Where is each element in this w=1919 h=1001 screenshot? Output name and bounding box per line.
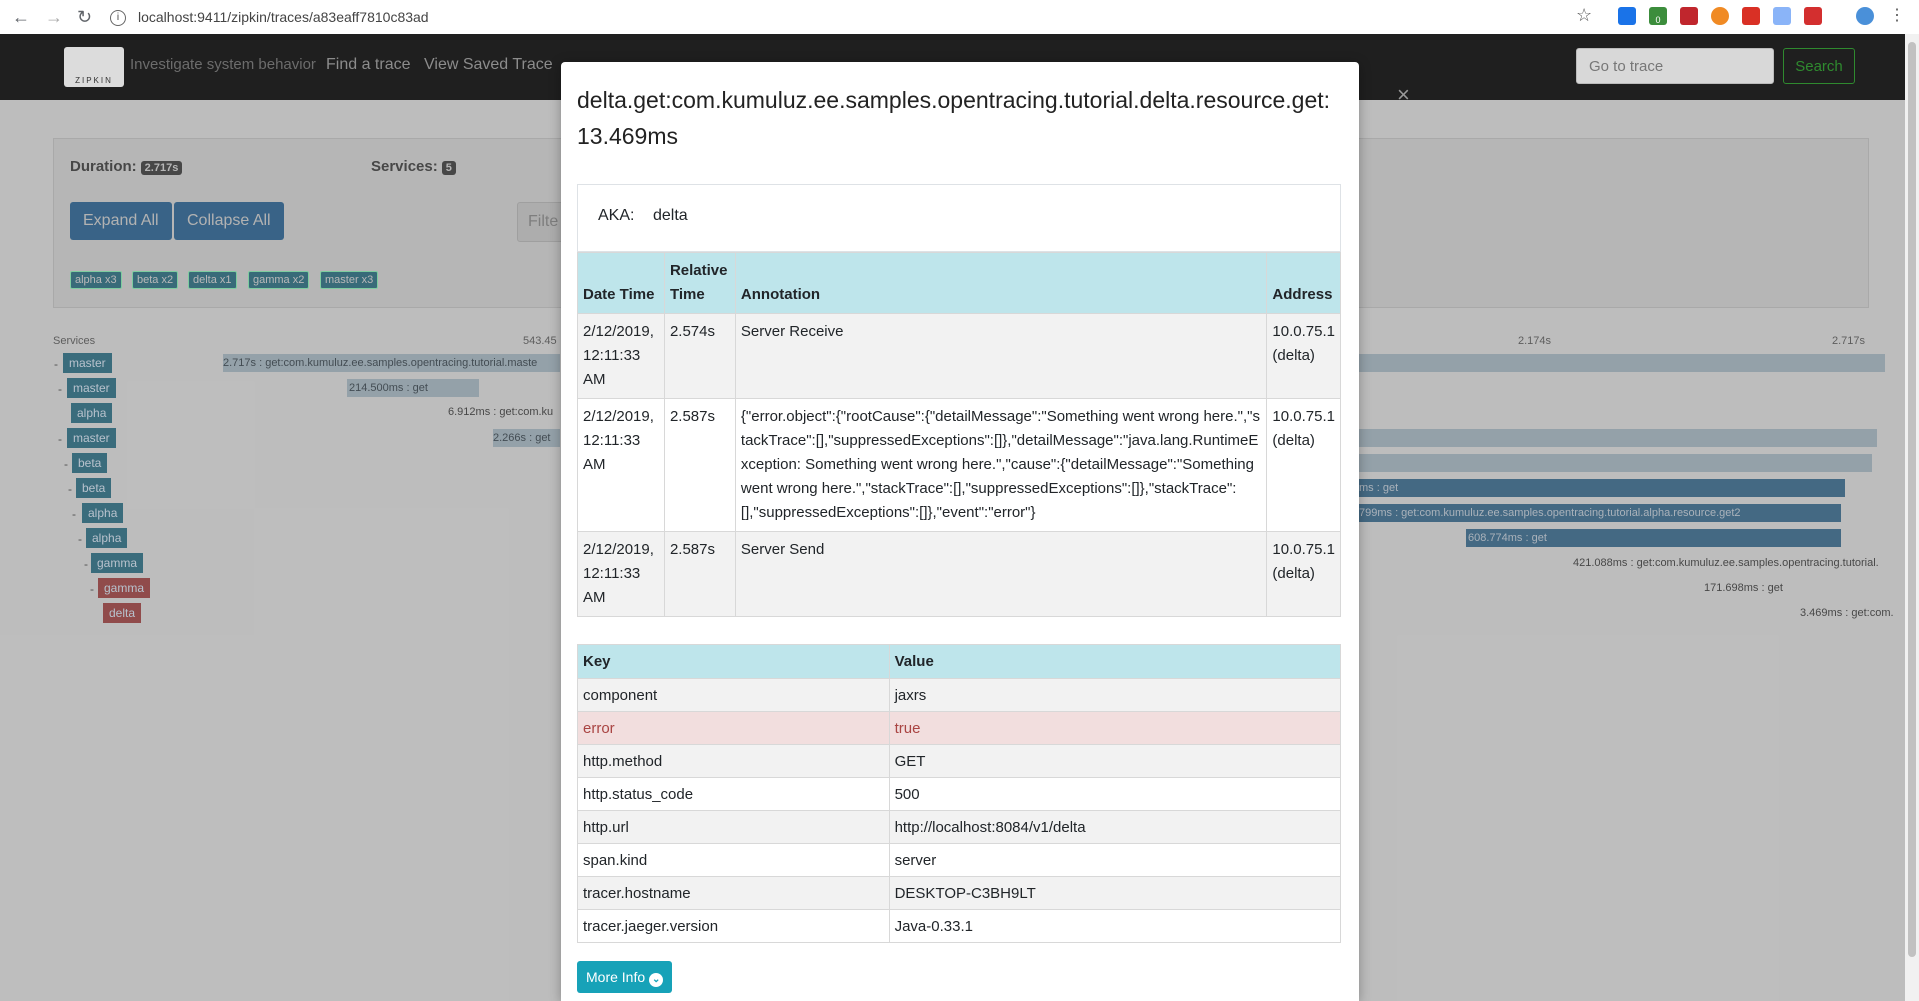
profile-avatar-icon[interactable]	[1856, 7, 1874, 25]
annotation-value: Server Receive	[734, 313, 1268, 399]
tag-value: 500	[888, 777, 1342, 811]
zipkin-logo[interactable]: ZIPKIN	[64, 47, 124, 87]
forward-icon[interactable]: →	[45, 7, 63, 28]
tag-row: http.status_code 500	[577, 777, 1342, 811]
tag-row: tracer.jaeger.version Java-0.33.1	[577, 909, 1342, 943]
extension-icon[interactable]	[1742, 7, 1760, 25]
url-text: localhost:9411/zipkin/traces/a83eaff7810…	[138, 9, 429, 25]
tag-row: component jaxrs	[577, 678, 1342, 712]
tag-key: tracer.hostname	[577, 876, 890, 910]
annotation-relative-time: 2.574s	[663, 313, 736, 399]
tagline: Investigate system behavior	[130, 56, 316, 73]
tag-value: GET	[888, 744, 1342, 778]
tag-key: http.method	[577, 744, 890, 778]
modal-title: delta.get:com.kumuluz.ee.samples.opentra…	[577, 82, 1357, 154]
logo-text: ZIPKIN	[75, 76, 113, 85]
address-bar[interactable]: i localhost:9411/zipkin/traces/a83eaff781…	[110, 5, 429, 29]
tag-key: http.status_code	[577, 777, 890, 811]
annotations-table: Date Time Relative Time Annotation Addre…	[577, 252, 1341, 617]
page-scrollbar[interactable]	[1905, 34, 1919, 1001]
chevron-down-icon: ⌄	[649, 973, 664, 987]
tag-value: http://localhost:8084/v1/delta	[888, 810, 1342, 844]
tag-key: tracer.jaeger.version	[577, 909, 890, 943]
annotation-row: 2/12/2019, 12:11:33 AM 2.587s {"error.ob…	[577, 398, 1341, 532]
tag-value: DESKTOP-C3BH9LT	[888, 876, 1342, 910]
tag-key: error	[577, 711, 890, 745]
annotation-date: 2/12/2019, 12:11:33 AM	[577, 398, 665, 532]
tag-row-error: error true	[577, 711, 1342, 745]
col-header-address: Address	[1266, 252, 1341, 314]
close-icon[interactable]: ×	[1397, 84, 1410, 106]
aka-box: AKA: delta	[577, 184, 1341, 252]
span-duration: 13.469ms	[577, 123, 679, 149]
nav-find-trace[interactable]: Find a trace	[326, 56, 410, 74]
col-header-key: Key	[577, 644, 890, 679]
more-info-button[interactable]: More Info ⌄	[577, 961, 673, 993]
back-icon[interactable]: ←	[12, 7, 30, 28]
col-header-relative-time: Relative Time	[663, 252, 736, 314]
annotation-row: 2/12/2019, 12:11:33 AM 2.574s Server Rec…	[577, 313, 1341, 399]
aka-label: AKA:	[598, 207, 635, 224]
extension-icon[interactable]	[1804, 7, 1822, 25]
annotation-date: 2/12/2019, 12:11:33 AM	[577, 531, 665, 617]
extension-icon[interactable]	[1618, 7, 1636, 25]
tag-value: server	[888, 843, 1342, 877]
search-button[interactable]: Search	[1783, 48, 1855, 84]
browser-toolbar: ← → ↻ i localhost:9411/zipkin/traces/a83e…	[0, 0, 1919, 35]
bookmark-star-icon[interactable]: ☆	[1576, 5, 1592, 26]
span-detail-modal: delta.get:com.kumuluz.ee.samples.opentra…	[561, 62, 1359, 1001]
span-name: delta.get:com.kumuluz.ee.samples.opentra…	[577, 87, 1331, 113]
annotation-date: 2/12/2019, 12:11:33 AM	[577, 313, 665, 399]
aka-value: delta	[653, 207, 688, 224]
annotation-address: 10.0.75.1 (delta)	[1266, 313, 1341, 399]
tag-value: jaxrs	[888, 678, 1342, 712]
more-info-label: More Info	[586, 969, 646, 985]
goto-trace-input[interactable]: Go to trace	[1576, 48, 1774, 84]
annotation-row: 2/12/2019, 12:11:33 AM 2.587s Server Sen…	[577, 531, 1341, 617]
reload-icon[interactable]: ↻	[77, 7, 92, 28]
extension-icon[interactable]	[1711, 7, 1729, 25]
tags-table: Key Value component jaxrs error true http.…	[577, 644, 1342, 943]
tag-row: tracer.hostname DESKTOP-C3BH9LT	[577, 876, 1342, 910]
extension-icon[interactable]	[1773, 7, 1791, 25]
tag-key: component	[577, 678, 890, 712]
tag-key: http.url	[577, 810, 890, 844]
annotation-address: 10.0.75.1 (delta)	[1266, 398, 1341, 532]
tag-key: span.kind	[577, 843, 890, 877]
annotation-relative-time: 2.587s	[663, 531, 736, 617]
tag-value: Java-0.33.1	[888, 909, 1342, 943]
tag-row: http.method GET	[577, 744, 1342, 778]
annotation-address: 10.0.75.1 (delta)	[1266, 531, 1341, 617]
col-header-annotation: Annotation	[734, 252, 1268, 314]
extension-badge-icon[interactable]: 0	[1649, 7, 1667, 25]
annotation-value: Server Send	[734, 531, 1268, 617]
scrollbar-thumb[interactable]	[1908, 42, 1916, 957]
tag-value: true	[888, 711, 1342, 745]
annotation-relative-time: 2.587s	[663, 398, 736, 532]
info-icon[interactable]: i	[110, 10, 126, 27]
tag-row: http.url http://localhost:8084/v1/delta	[577, 810, 1342, 844]
nav-view-saved-trace[interactable]: View Saved Trace	[424, 56, 553, 74]
tag-row: span.kind server	[577, 843, 1342, 877]
annotation-value: {"error.object":{"rootCause":{"detailMes…	[734, 398, 1268, 532]
col-header-date: Date Time	[577, 252, 665, 314]
browser-menu-icon[interactable]: ⋮	[1888, 7, 1906, 25]
col-header-value: Value	[888, 644, 1342, 679]
shield-extension-icon[interactable]	[1680, 7, 1698, 25]
